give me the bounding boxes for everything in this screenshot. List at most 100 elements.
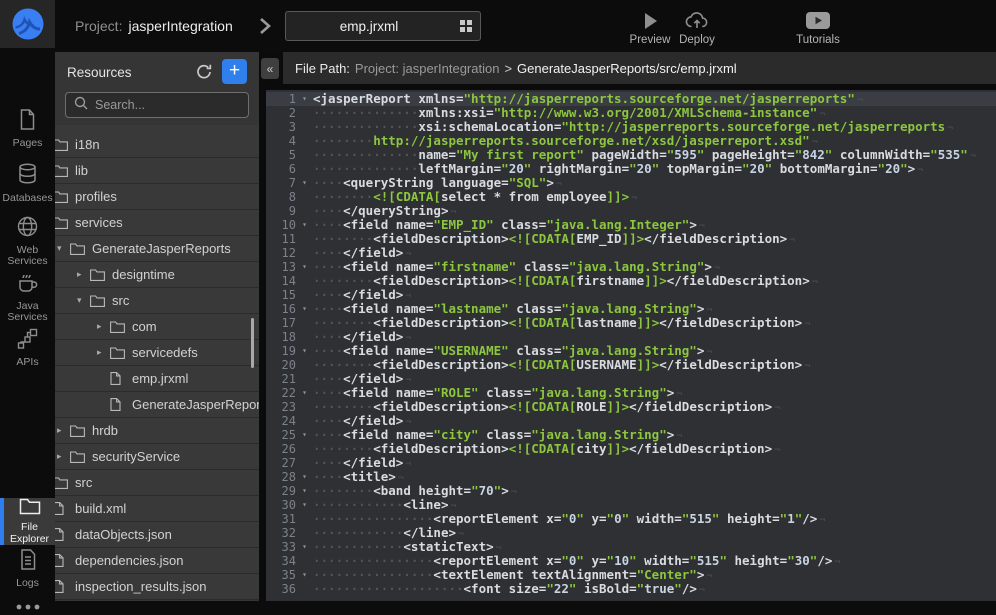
refresh-icon[interactable] [195, 63, 213, 81]
chevron-down-icon[interactable]: ▾ [57, 243, 70, 254]
code-line-35[interactable]: 35▾················<textElement textAlig… [266, 568, 996, 582]
tree-item-dependencies.json[interactable]: dependencies.json [55, 548, 259, 574]
deploy-button[interactable]: Deploy [672, 11, 722, 46]
code-line-1[interactable]: 1▾<jasperReport xmlns="http://jasperrepo… [266, 92, 996, 106]
code-line-27[interactable]: 27····</field>¬ [266, 456, 996, 470]
code-text: ····<field name="ROLE" class="java.lang.… [313, 386, 996, 400]
sidebar-item-more[interactable] [0, 603, 55, 615]
fold-arrow-icon[interactable]: ▾ [296, 260, 313, 274]
fold-spacer [296, 512, 313, 526]
fold-arrow-icon[interactable]: ▾ [296, 498, 313, 512]
code-line-11[interactable]: 11········<fieldDescription><![CDATA[EMP… [266, 232, 996, 246]
tree-item-GenerateJasperReports.s[interactable]: GenerateJasperReports.s [55, 392, 259, 418]
tree-item-i18n[interactable]: i18n [55, 132, 259, 158]
code-line-23[interactable]: 23········<fieldDescription><![CDATA[ROL… [266, 400, 996, 414]
code-line-4[interactable]: 4········http://jasperreports.sourceforg… [266, 134, 996, 148]
fold-arrow-icon[interactable]: ▾ [296, 470, 313, 484]
code-line-18[interactable]: 18····</field>¬ [266, 330, 996, 344]
sidebar-scrollbar[interactable] [251, 318, 254, 368]
code-line-9[interactable]: 9····</queryString>¬ [266, 204, 996, 218]
chevron-right-icon[interactable]: ▸ [97, 321, 110, 332]
code-line-8[interactable]: 8········<![CDATA[select * from employee… [266, 190, 996, 204]
sidebar-item-databases[interactable]: Databases [0, 163, 55, 204]
tree-item-label: emp.jrxml [132, 371, 188, 386]
code-line-33[interactable]: 33▾············<staticText>¬ [266, 540, 996, 554]
fold-arrow-icon[interactable]: ▾ [296, 302, 313, 316]
code-line-19[interactable]: 19▾····<field name="USERNAME" class="jav… [266, 344, 996, 358]
code-line-17[interactable]: 17········<fieldDescription><![CDATA[las… [266, 316, 996, 330]
code-line-6[interactable]: 6··············leftMargin="20" rightMarg… [266, 162, 996, 176]
search-input[interactable]: Search... [65, 92, 249, 118]
tree-item-emp.jrxml[interactable]: emp.jrxml [55, 366, 259, 392]
tree-item-securityService[interactable]: ▸securityService [55, 444, 259, 470]
code-line-15[interactable]: 15····</field>¬ [266, 288, 996, 302]
grid-icon[interactable] [460, 20, 473, 33]
tree-item-services[interactable]: services [55, 210, 259, 236]
code-line-12[interactable]: 12····</field>¬ [266, 246, 996, 260]
code-line-10[interactable]: 10▾····<field name="EMP_ID" class="java.… [266, 218, 996, 232]
sidebar-item-web-services[interactable]: Web Services [0, 216, 55, 268]
fold-arrow-icon[interactable]: ▾ [296, 176, 313, 190]
fold-arrow-icon[interactable]: ▾ [296, 92, 313, 106]
chevron-right-icon[interactable]: ▸ [57, 425, 70, 436]
chevron-down-icon[interactable]: ▾ [77, 295, 90, 306]
fold-arrow-icon[interactable]: ▾ [296, 428, 313, 442]
sidebar-item-logs[interactable]: Logs [0, 549, 55, 589]
fold-arrow-icon[interactable]: ▾ [296, 540, 313, 554]
sidebar-item-java-services[interactable]: Java Services [0, 272, 55, 324]
code-line-36[interactable]: 36····················<font size="22" is… [266, 582, 996, 596]
code-line-13[interactable]: 13▾····<field name="firstname" class="ja… [266, 260, 996, 274]
tree-item-com[interactable]: ▸com [55, 314, 259, 340]
code-line-21[interactable]: 21····</field>¬ [266, 372, 996, 386]
add-resource-button[interactable]: + [222, 59, 247, 84]
tree-item-servicedefs[interactable]: ▸servicedefs [55, 340, 259, 366]
play-icon [643, 11, 658, 30]
code-line-7[interactable]: 7▾····<queryString language="SQL">¬ [266, 176, 996, 190]
code-line-26[interactable]: 26········<fieldDescription><![CDATA[cit… [266, 442, 996, 456]
collapse-sidebar-button[interactable]: « [261, 58, 279, 79]
code-line-3[interactable]: 3··············xsi:schemaLocation="http:… [266, 120, 996, 134]
code-editor[interactable]: 1▾<jasperReport xmlns="http://jasperrepo… [266, 90, 996, 601]
tree-item-src[interactable]: src [55, 470, 259, 496]
fold-arrow-icon[interactable]: ▾ [296, 386, 313, 400]
code-line-29[interactable]: 29▾········<band height="70">¬ [266, 484, 996, 498]
chevron-right-icon[interactable]: ▸ [57, 451, 70, 462]
code-line-28[interactable]: 28▾····<title>¬ [266, 470, 996, 484]
fold-arrow-icon[interactable]: ▾ [296, 568, 313, 582]
code-line-22[interactable]: 22▾····<field name="ROLE" class="java.la… [266, 386, 996, 400]
code-line-32[interactable]: 32············</line>¬ [266, 526, 996, 540]
code-line-24[interactable]: 24····</field>¬ [266, 414, 996, 428]
fold-arrow-icon[interactable]: ▾ [296, 344, 313, 358]
tree-item-src[interactable]: ▾src [55, 288, 259, 314]
code-line-25[interactable]: 25▾····<field name="city" class="java.la… [266, 428, 996, 442]
code-line-2[interactable]: 2··············xmlns:xsi="http://www.w3.… [266, 106, 996, 120]
code-line-30[interactable]: 30▾············<line>¬ [266, 498, 996, 512]
sidebar-item-apis[interactable]: APIs [0, 328, 55, 368]
project-switcher[interactable]: Project: jasperIntegration [75, 0, 233, 52]
tree-item-GenerateJasperReports[interactable]: ▾GenerateJasperReports [55, 236, 259, 262]
open-file-tab[interactable]: emp.jrxml [285, 11, 481, 41]
preview-button[interactable]: Preview [626, 11, 674, 46]
tree-item-profiles[interactable]: profiles [55, 184, 259, 210]
code-line-20[interactable]: 20········<fieldDescription><![CDATA[USE… [266, 358, 996, 372]
sidebar-item-file-explorer[interactable]: File Explorer [0, 498, 55, 545]
code-line-16[interactable]: 16▾····<field name="lastname" class="jav… [266, 302, 996, 316]
tree-item-hrdb[interactable]: ▸hrdb [55, 418, 259, 444]
chevron-right-icon[interactable]: ▸ [97, 347, 110, 358]
code-line-31[interactable]: 31················<reportElement x="0" y… [266, 512, 996, 526]
chevron-right-icon[interactable]: ▸ [77, 269, 90, 280]
tree-item-designtime[interactable]: ▸designtime [55, 262, 259, 288]
fold-arrow-icon[interactable]: ▾ [296, 484, 313, 498]
tree-item-build.xml[interactable]: build.xml [55, 496, 259, 522]
sidebar-item-pages[interactable]: Pages [0, 109, 55, 149]
code-line-34[interactable]: 34················<reportElement x="0" y… [266, 554, 996, 568]
tutorials-button[interactable]: Tutorials [790, 11, 846, 46]
code-line-5[interactable]: 5··············name="My first report" pa… [266, 148, 996, 162]
code-line-14[interactable]: 14········<fieldDescription><![CDATA[fir… [266, 274, 996, 288]
tree-item-label: services [75, 215, 123, 230]
fold-arrow-icon[interactable]: ▾ [296, 218, 313, 232]
app-logo[interactable] [0, 0, 55, 48]
tree-item-lib[interactable]: lib [55, 158, 259, 184]
tree-item-inspection_results.json[interactable]: inspection_results.json [55, 574, 259, 600]
tree-item-dataObjects.json[interactable]: dataObjects.json [55, 522, 259, 548]
